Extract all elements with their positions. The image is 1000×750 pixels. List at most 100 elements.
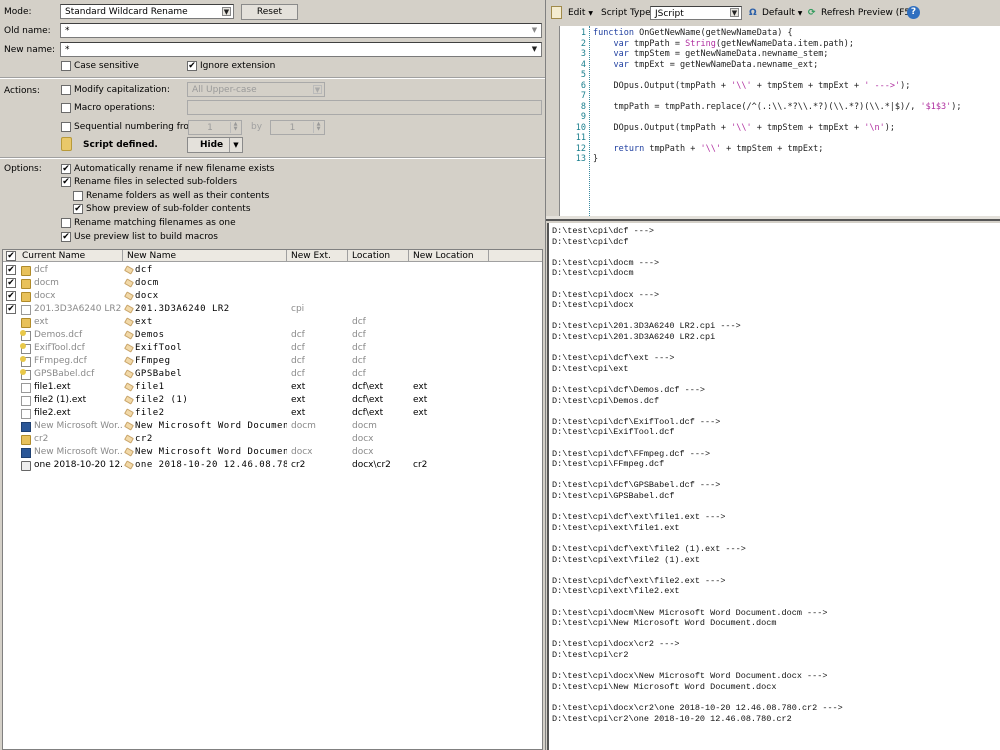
panel-splitter[interactable] xyxy=(546,216,1000,221)
row-checkbox[interactable]: ✔ xyxy=(6,265,16,275)
line-number: 11 xyxy=(575,133,586,143)
new-name[interactable]: New Microsoft Word Document xyxy=(135,420,287,433)
new-ext: dcf xyxy=(291,330,305,340)
chevron-down-icon[interactable]: ▼ xyxy=(530,26,539,35)
sequential-numbering-checkbox[interactable] xyxy=(61,122,71,132)
file-row[interactable]: file2.ext file2 ext dcf\ext ext xyxy=(3,407,542,420)
chevron-down-icon[interactable]: ▼ xyxy=(222,7,231,16)
hide-button[interactable]: Hide ▼ xyxy=(187,137,243,153)
new-name[interactable]: file2 (1) xyxy=(135,394,287,407)
script-icon xyxy=(61,137,72,151)
default-menu[interactable]: Default ▼ xyxy=(762,7,802,20)
macro-operations-input[interactable] xyxy=(187,100,542,115)
chevron-down-icon[interactable]: ▼ xyxy=(530,45,539,54)
chevron-down-icon[interactable]: ▼ xyxy=(229,138,242,152)
line-number: 1 xyxy=(580,28,586,38)
file-row[interactable]: cr2 cr2 docx xyxy=(3,433,542,446)
case-sensitive-checkbox[interactable] xyxy=(61,61,71,71)
new-name[interactable]: docm xyxy=(135,277,287,290)
capitalization-select[interactable]: All Upper-case ▼ xyxy=(187,82,325,97)
file-row[interactable]: ✔ docm docm xyxy=(3,277,542,290)
tag-icon xyxy=(124,265,134,275)
ignore-extension-checkbox[interactable]: ✔ xyxy=(187,61,197,71)
new-name[interactable]: New Microsoft Word Document xyxy=(135,446,287,459)
modify-capitalization-checkbox[interactable] xyxy=(61,85,71,95)
new-name[interactable]: ext xyxy=(135,316,287,329)
file-preview-list[interactable]: ✔ Current Name New Name New Ext. Locatio… xyxy=(2,249,543,750)
file-row[interactable]: New Microsoft Wor... New Microsoft Word D… xyxy=(3,420,542,433)
row-checkbox[interactable]: ✔ xyxy=(6,291,16,301)
file-row[interactable]: ExifTool.dcf ExifTool dcf dcf xyxy=(3,342,542,355)
file-row[interactable]: one 2018-10-20 12.4... one 2018-10-20 12.… xyxy=(3,459,542,472)
file-row[interactable]: ext ext dcf xyxy=(3,316,542,329)
new-name-input[interactable]: * ▼ xyxy=(60,42,542,57)
chevron-down-icon[interactable]: ▼ xyxy=(730,8,739,17)
file-row[interactable]: GPSBabel.dcf GPSBabel dcf dcf xyxy=(3,368,542,381)
option-checkbox[interactable]: ✔ xyxy=(61,232,71,242)
row-checkbox[interactable]: ✔ xyxy=(6,304,16,314)
new-location: ext xyxy=(413,408,428,418)
file-row[interactable]: FFmpeg.dcf FFmpeg dcf dcf xyxy=(3,355,542,368)
location: docx\cr2 xyxy=(352,460,391,470)
file-row[interactable]: Demos.dcf Demos dcf dcf xyxy=(3,329,542,342)
new-name[interactable]: file2 xyxy=(135,407,287,420)
file-row[interactable]: ✔ docx docx xyxy=(3,290,542,303)
current-name: file2.ext xyxy=(34,408,71,418)
new-name[interactable]: ExifTool xyxy=(135,342,287,355)
option-checkbox[interactable]: ✔ xyxy=(73,204,83,214)
tag-icon xyxy=(124,343,134,353)
new-name[interactable]: GPSBabel xyxy=(135,368,287,381)
tag-icon xyxy=(124,369,134,379)
location: docm xyxy=(352,421,377,431)
chevron-down-icon[interactable]: ▼ xyxy=(313,85,322,94)
help-icon[interactable]: ? xyxy=(907,6,920,19)
macro-operations-checkbox[interactable] xyxy=(61,103,71,113)
script-output-log[interactable]: D:\test\cpi\dcf ---> D:\test\cpi\dcf D:\te… xyxy=(547,223,1000,750)
option-checkbox[interactable] xyxy=(61,218,71,228)
new-name[interactable]: FFmpeg xyxy=(135,355,287,368)
default-label: Default xyxy=(762,8,795,18)
sequence-by-input[interactable]: 1 ▲ ▼ xyxy=(270,120,325,135)
new-name[interactable]: cr2 xyxy=(135,433,287,446)
reset-button[interactable]: Reset xyxy=(241,4,298,20)
output-line: D:\test\cpi\cr2 xyxy=(552,650,629,660)
edit-menu[interactable]: Edit ▼ xyxy=(568,7,593,20)
new-name[interactable]: 201.3D3A6240 LR2 xyxy=(135,303,287,316)
script-type-select[interactable]: JScript ▼ xyxy=(650,6,742,20)
folder-icon xyxy=(21,279,31,289)
new-name[interactable]: dcf xyxy=(135,264,287,277)
select-all-checkbox[interactable]: ✔ xyxy=(6,251,16,261)
tag-icon xyxy=(124,434,134,444)
option-checkbox[interactable] xyxy=(73,191,83,201)
row-checkbox[interactable]: ✔ xyxy=(6,278,16,288)
column-new-location[interactable]: New Location xyxy=(409,250,489,262)
tag-icon xyxy=(124,395,134,405)
sequence-from-input[interactable]: 1 ▲ ▼ xyxy=(188,120,242,135)
file-row[interactable]: file1.ext file1 ext dcf\ext ext xyxy=(3,381,542,394)
current-name: FFmpeg.dcf xyxy=(34,356,87,366)
file-row[interactable]: ✔ dcf dcf xyxy=(3,264,542,277)
new-name[interactable]: Demos xyxy=(135,329,287,342)
new-name[interactable]: docx xyxy=(135,290,287,303)
spinner-icon[interactable]: ▲ ▼ xyxy=(313,122,323,133)
current-name: ExifTool.dcf xyxy=(34,343,85,353)
option-checkbox[interactable]: ✔ xyxy=(61,177,71,187)
new-name[interactable]: one 2018-10-20 12.46.08.780 xyxy=(135,459,287,472)
column-new-ext[interactable]: New Ext. xyxy=(287,250,348,262)
file-row[interactable]: ✔ 201.3D3A6240 LR2.cpi 201.3D3A6240 LR2 cpi xyxy=(3,303,542,316)
column-location[interactable]: Location xyxy=(348,250,409,262)
column-new-name[interactable]: New Name xyxy=(123,250,287,262)
script-file-icon xyxy=(20,330,31,341)
script-editor[interactable]: 1 2 3 4 5 6 7 8 9 10 11 12 13 function OnGetNewName(… xyxy=(559,26,1000,216)
file-row[interactable]: file2 (1).ext file2 (1) ext dcf\ext ext xyxy=(3,394,542,407)
spinner-icon[interactable]: ▲ ▼ xyxy=(230,122,240,133)
old-name-input[interactable]: * ▼ xyxy=(60,23,542,38)
refresh-preview-button[interactable]: Refresh Preview (F5) xyxy=(821,7,914,19)
new-name[interactable]: file1 xyxy=(135,381,287,394)
file-row[interactable]: New Microsoft Wor... New Microsoft Word D… xyxy=(3,446,542,459)
column-current-name[interactable]: Current Name xyxy=(18,250,123,262)
option-checkbox[interactable]: ✔ xyxy=(61,164,71,174)
output-line: D:\test\cpi\dcf\ext ---> xyxy=(552,353,675,364)
mode-select[interactable]: Standard Wildcard Rename ▼ xyxy=(60,4,234,19)
output-line: D:\test\cpi\docx xyxy=(552,300,634,311)
